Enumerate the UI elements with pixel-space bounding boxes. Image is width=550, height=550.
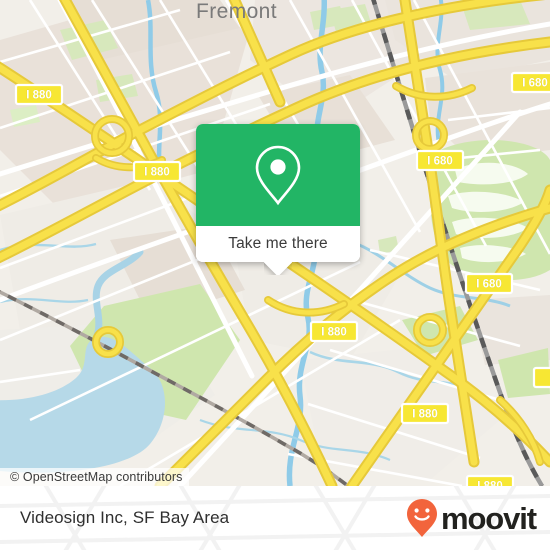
place-popup-card[interactable]: Take me there: [196, 124, 360, 262]
highway-shield: I 880: [309, 320, 359, 343]
highway-shield: I 6: [532, 366, 550, 389]
highway-shield-label: I 680: [476, 279, 502, 291]
take-me-there-label: Take me there: [228, 235, 328, 252]
highway-shield-label: I 880: [26, 90, 52, 102]
highway-shield: I 880: [132, 160, 182, 183]
highway-shield: I 680: [415, 149, 465, 172]
popup-image-area: [196, 124, 360, 226]
highway-shield: I 880: [400, 402, 450, 425]
place-title: Videosign Inc, SF Bay Area: [20, 508, 230, 527]
highway-shield: I 680: [464, 272, 514, 295]
popup-pointer-tail: [264, 261, 292, 275]
highway-shield-label: I 680: [427, 156, 453, 168]
highway-shield-label: I 680: [522, 78, 548, 90]
highway-shield: I 680: [510, 71, 550, 94]
highway-shield: I 880: [465, 474, 515, 486]
highway-shield-label: I 880: [412, 409, 438, 421]
moovit-wordmark: moovit: [440, 500, 537, 536]
moovit-smiley-pin-icon: [406, 499, 437, 537]
attribution-text: © OpenStreetMap contributors: [10, 470, 183, 484]
highway-shield-label: I 880: [144, 167, 170, 179]
moovit-logo[interactable]: moovit: [405, 498, 537, 538]
map-pin-icon: [255, 145, 301, 206]
take-me-there-button[interactable]: Take me there: [196, 226, 360, 262]
map-canvas[interactable]: Fremont I 880 I 880 I 680 I 680 I 680 I …: [0, 0, 550, 486]
moovit-map-screen: Fremont I 880 I 880 I 680 I 680 I 680 I …: [0, 0, 550, 550]
map-attribution: © OpenStreetMap contributors: [0, 468, 189, 486]
map-label-fremont: Fremont: [196, 0, 277, 23]
footer-bar: Videosign Inc, SF Bay Area moovit: [0, 486, 550, 550]
highway-shield-label: I 880: [321, 327, 347, 339]
highway-shield: I 880: [14, 83, 64, 106]
